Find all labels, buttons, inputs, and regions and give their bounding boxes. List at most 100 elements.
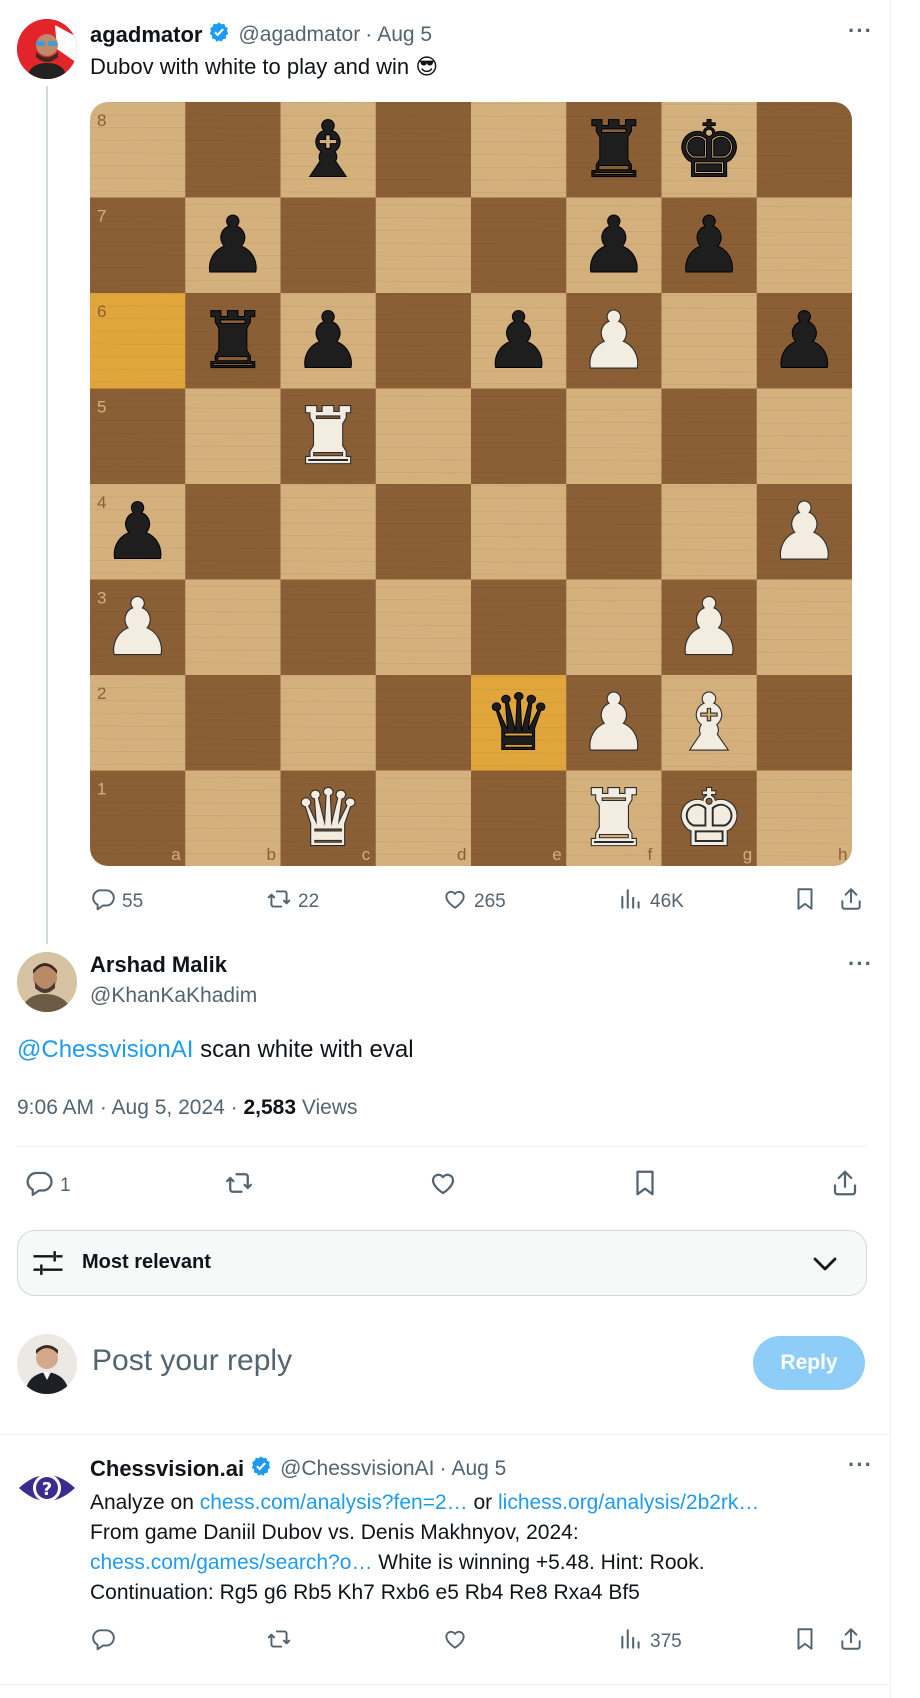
like-button[interactable]: [442, 1626, 468, 1658]
verified-badge-icon: [208, 21, 230, 49]
piece-a4: ♟: [103, 487, 173, 577]
share-icon: [838, 1626, 864, 1658]
rank-label: 6: [97, 302, 106, 321]
heart-icon: [442, 1626, 468, 1658]
views-count: 2,583: [243, 1096, 297, 1119]
bookmark-icon: [792, 1626, 818, 1658]
bookmark-icon: [630, 1168, 660, 1204]
tweet-text: @ChessvisionAI scan white with eval: [17, 1036, 414, 1064]
square-e5: [471, 388, 567, 485]
views-button[interactable]: 46K: [618, 886, 684, 918]
bookmark-button[interactable]: [792, 886, 818, 918]
reply-input[interactable]: Post your reply: [92, 1344, 292, 1378]
share-button[interactable]: [830, 1168, 860, 1204]
more-options-icon[interactable]: ···: [848, 951, 873, 977]
square-c2: [280, 675, 377, 771]
lichess-analysis-link[interactable]: lichess.org/analysis/2b2rk…: [498, 1491, 759, 1514]
repost-button[interactable]: [266, 1626, 292, 1658]
chess-board: 87654321a b c d e f g h♝ ♜ ♚♟ ♟ ♟♜ ♟ ♟ ♟ ♟♜♟ ♟♟ ♟♛ ♟ ♝♛ ♜ ♚: [90, 102, 852, 866]
sunglasses-emoji-icon: 😎: [415, 55, 439, 80]
separator: ·: [439, 1457, 447, 1480]
share-button[interactable]: [838, 1626, 864, 1658]
sort-replies-dropdown[interactable]: Most relevant: [17, 1230, 867, 1296]
reply-button[interactable]: [90, 1626, 116, 1658]
analytics-icon: [618, 886, 644, 918]
separator: ·: [365, 23, 373, 46]
reply-button[interactable]: 55: [90, 886, 143, 918]
view-count: 375: [650, 1631, 682, 1652]
tweet-header: Chessvision.ai @ChessvisionAI · Aug 5: [90, 1454, 506, 1484]
file-label: b: [267, 845, 276, 864]
square-c4: [280, 484, 377, 580]
rank-label: 7: [97, 207, 106, 226]
piece-f2: ♟: [579, 678, 649, 768]
handle[interactable]: @agadmator: [238, 23, 360, 47]
heart-icon: [442, 886, 468, 918]
square-e3: [471, 579, 567, 676]
repost-button[interactable]: 22: [266, 886, 319, 918]
post-date[interactable]: Aug 5: [451, 1457, 506, 1481]
piece-g3: ♟: [674, 583, 744, 673]
file-label: d: [457, 845, 466, 864]
square-d7: [375, 197, 472, 294]
reply-text-or: or: [467, 1491, 498, 1514]
file-label: c: [362, 845, 371, 864]
square-g5: [661, 388, 758, 485]
share-icon: [830, 1168, 860, 1204]
avatar[interactable]: [17, 1334, 77, 1394]
more-options-icon[interactable]: ···: [848, 1452, 873, 1478]
mention-link[interactable]: @ChessvisionAI: [17, 1036, 193, 1063]
share-button[interactable]: [838, 886, 864, 918]
tweet-text-content: Dubov with white to play and win: [90, 54, 410, 79]
square-h8: [756, 102, 852, 198]
repost-button[interactable]: [224, 1168, 254, 1204]
repost-count: 22: [298, 891, 320, 912]
thread-connector-line: [46, 86, 48, 944]
square-f5: [566, 388, 662, 485]
display-name[interactable]: agadmator: [90, 22, 202, 48]
tweet-text-content: scan white with eval: [193, 1036, 414, 1063]
square-g6: [661, 293, 758, 389]
post-date[interactable]: Aug 5: [377, 23, 432, 47]
current-user-avatar-icon: [17, 1334, 77, 1394]
piece-a3: ♟: [103, 583, 173, 673]
chess-board-image[interactable]: 8 7 6 5 4 3 2 1 a b c d e f g h ♝ ♜ ♚ ♟ ♟ ♟ ♜ ♟ ♟ ♟ ♟ ♜ ♟ ♟ ♟ ♟ ♛ ♟ ♝ ♛ ♜ ♚: [90, 102, 852, 866]
bookmark-button[interactable]: [792, 1626, 818, 1658]
more-options-icon[interactable]: ···: [848, 18, 873, 44]
handle[interactable]: @ChessvisionAI: [280, 1457, 434, 1481]
piece-c8: ♝: [293, 105, 363, 195]
arshad-avatar-icon: [17, 952, 77, 1012]
display-name[interactable]: Chessvision.ai: [90, 1456, 244, 1482]
avatar[interactable]: [17, 952, 77, 1012]
chesscom-analysis-link[interactable]: chess.com/analysis?fen=2…: [200, 1491, 468, 1514]
reply-button[interactable]: 1: [24, 1168, 71, 1204]
reply-icon: [90, 886, 116, 918]
piece-b7: ♟: [198, 201, 268, 291]
square-f3: [566, 579, 662, 676]
column-border: [890, 0, 891, 1698]
views-button[interactable]: 375: [618, 1626, 682, 1658]
avatar[interactable]: ?: [17, 1458, 77, 1518]
rank-label: 8: [97, 111, 106, 130]
like-button[interactable]: 265: [442, 886, 506, 918]
piece-g1: ♚: [674, 774, 744, 864]
chesscom-games-link[interactable]: chess.com/games/search?o…: [90, 1551, 372, 1574]
piece-c1: ♛: [293, 774, 363, 864]
post-timestamp[interactable]: 9:06 AM · Aug 5, 2024 ·: [17, 1096, 243, 1119]
like-button[interactable]: [428, 1168, 458, 1204]
analytics-icon: [618, 1626, 644, 1658]
rank-label: 5: [97, 398, 106, 417]
chevron-down-icon: [810, 1249, 840, 1284]
bookmark-button[interactable]: [630, 1168, 660, 1204]
display-name-bold[interactable]: Arshad Malik: [90, 952, 227, 978]
avatar[interactable]: [17, 19, 77, 79]
reply-submit-button[interactable]: Reply: [753, 1336, 865, 1390]
reply-line-1: Analyze on chess.com/analysis?fen=2… or …: [90, 1488, 880, 1518]
square-e7: [471, 197, 567, 294]
reply-count: 1: [60, 1175, 71, 1196]
divider: [0, 1434, 890, 1435]
chessvision-logo-icon: ?: [19, 1474, 75, 1502]
handle[interactable]: @KhanKaKhadim: [90, 984, 257, 1008]
piece-c6: ♟: [293, 296, 363, 386]
square-b4: [185, 484, 281, 580]
